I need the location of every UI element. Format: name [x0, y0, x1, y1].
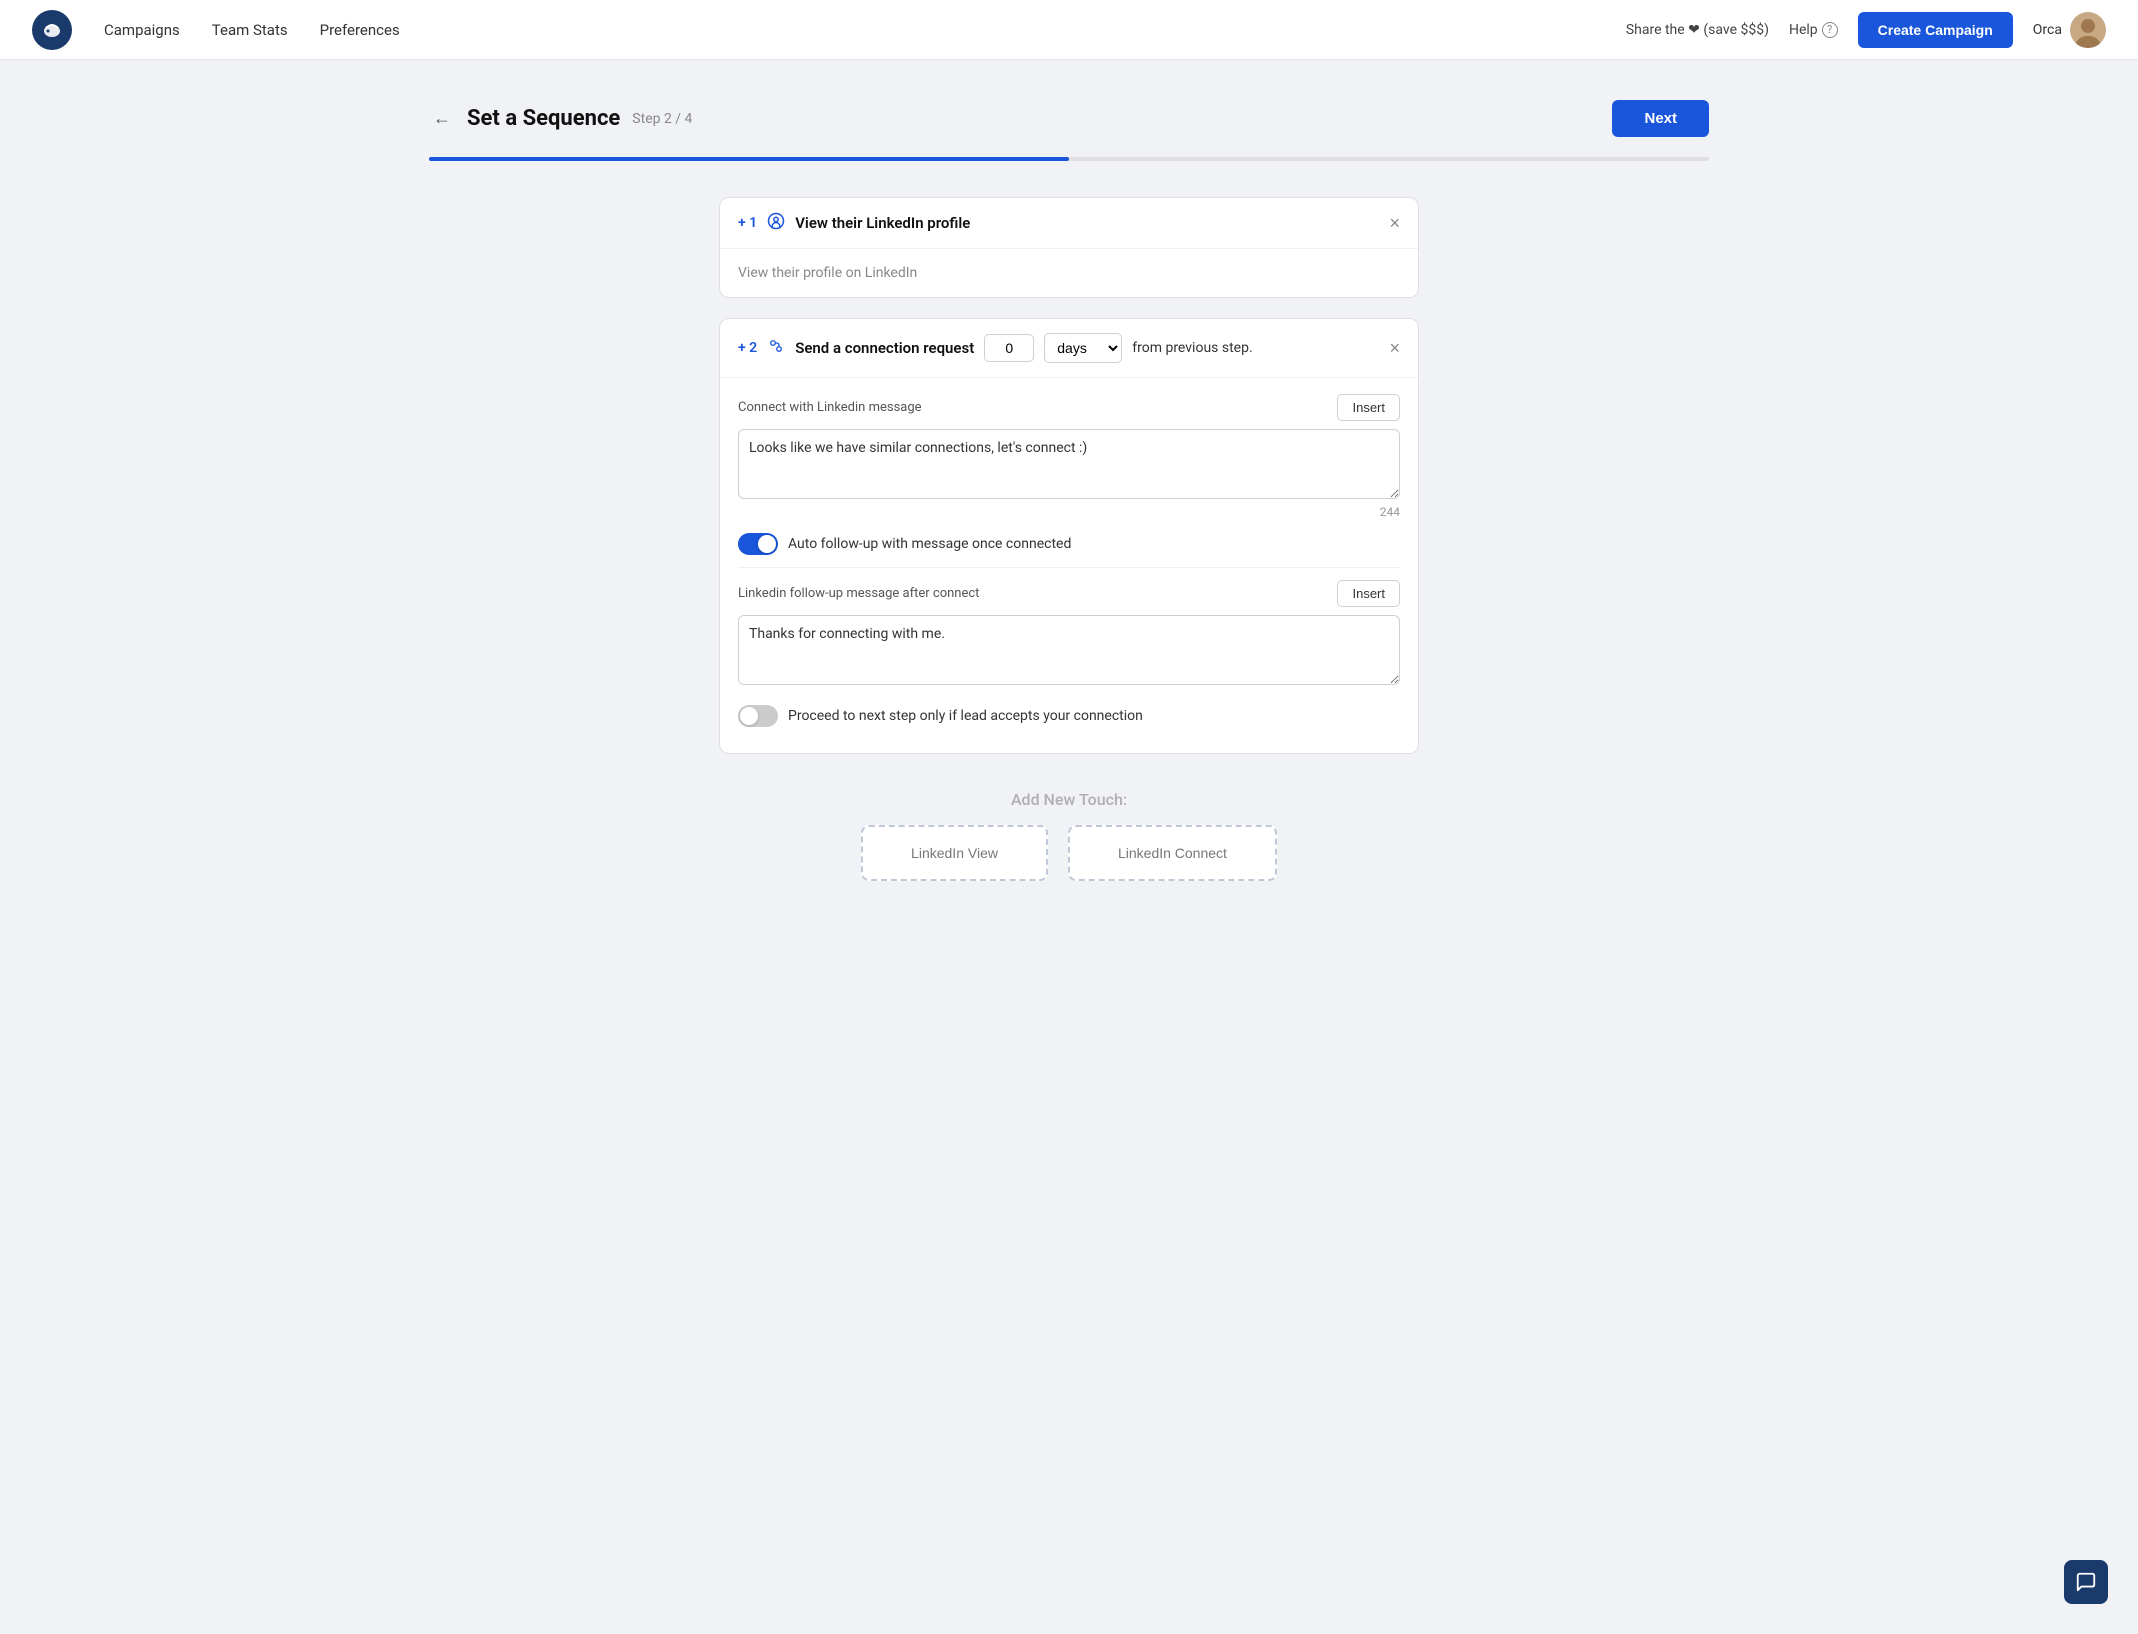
add-new-touch-section: Add New Touch: LinkedIn View LinkedIn Co… [719, 790, 1419, 881]
auto-followup-label: Auto follow-up with message once connect… [788, 536, 1071, 552]
back-button[interactable]: ← [429, 104, 455, 133]
header-left: ← Set a Sequence Step 2 / 4 [429, 104, 692, 133]
step-2-card: + 2 Send a connection request days hours… [719, 318, 1419, 754]
nav-team-stats[interactable]: Team Stats [212, 21, 288, 39]
main-nav: Campaigns Team Stats Preferences [104, 21, 400, 39]
connect-field-label: Connect with Linkedin message [738, 400, 922, 415]
connect-field-row: Connect with Linkedin message Insert [738, 394, 1400, 421]
share-link[interactable]: Share the ❤ (save $$$) [1626, 22, 1769, 38]
sequence-wrapper: + 1 View their LinkedIn profile × View t… [719, 197, 1419, 881]
proceed-toggle-row: Proceed to next step only if lead accept… [738, 705, 1400, 727]
auto-followup-toggle[interactable] [738, 533, 778, 555]
step-2-body: Connect with Linkedin message Insert Loo… [720, 378, 1418, 753]
user-name: Orca [2033, 22, 2062, 38]
step-2-add[interactable]: + 2 [738, 340, 757, 356]
page-header: ← Set a Sequence Step 2 / 4 Next [429, 100, 1709, 137]
connect-message-textarea[interactable]: Looks like we have similar connections, … [738, 429, 1400, 499]
step-1-card: + 1 View their LinkedIn profile × View t… [719, 197, 1419, 298]
days-input[interactable] [984, 334, 1034, 362]
chat-button[interactable] [2064, 1560, 2108, 1604]
connect-insert-button[interactable]: Insert [1337, 394, 1400, 421]
followup-field-row: Linkedin follow-up message after connect… [738, 580, 1400, 607]
followup-message-textarea[interactable]: Thanks for connecting with me. [738, 615, 1400, 685]
progress-fill [429, 157, 1069, 161]
toggle-knob [758, 535, 776, 553]
proceed-toggle-knob [740, 707, 758, 725]
touch-btn-linkedin-connect[interactable]: LinkedIn Connect [1068, 825, 1277, 881]
navbar-right: Share the ❤ (save $$$) Help ? Create Cam… [1626, 12, 2106, 48]
step-1-close-button[interactable]: × [1389, 214, 1400, 232]
step-1-header-left: + 1 View their LinkedIn profile [738, 212, 970, 234]
next-button[interactable]: Next [1612, 100, 1709, 137]
auto-followup-toggle-row: Auto follow-up with message once connect… [738, 533, 1400, 555]
avatar [2070, 12, 2106, 48]
help-link[interactable]: Help ? [1789, 22, 1838, 38]
touch-buttons: LinkedIn View LinkedIn Connect [719, 825, 1419, 881]
user-menu[interactable]: Orca [2033, 12, 2106, 48]
step-1-icon [767, 212, 785, 234]
page-content: ← Set a Sequence Step 2 / 4 Next + 1 Vie… [369, 60, 1769, 921]
step-1-title: View their LinkedIn profile [795, 214, 970, 232]
step-2-header-left: + 2 Send a connection request days hours… [738, 333, 1253, 363]
step-2-title: Send a connection request [795, 339, 974, 357]
from-previous-label: from previous step. [1132, 340, 1252, 356]
followup-insert-button[interactable]: Insert [1337, 580, 1400, 607]
step-1-add[interactable]: + 1 [738, 215, 757, 231]
nav-preferences[interactable]: Preferences [320, 21, 400, 39]
proceed-toggle[interactable] [738, 705, 778, 727]
touch-btn-linkedin-view[interactable]: LinkedIn View [861, 825, 1048, 881]
days-select[interactable]: days hours weeks [1044, 333, 1122, 363]
nav-campaigns[interactable]: Campaigns [104, 21, 180, 39]
step-2-icon [767, 337, 785, 359]
step-2-header: + 2 Send a connection request days hours… [720, 319, 1418, 378]
divider [738, 567, 1400, 568]
create-campaign-button[interactable]: Create Campaign [1858, 12, 2013, 48]
step-2-close-button[interactable]: × [1389, 339, 1400, 357]
progress-bar [429, 157, 1709, 161]
add-new-touch-title: Add New Touch: [719, 790, 1419, 809]
step-1-body: View their profile on LinkedIn [720, 249, 1418, 297]
step-label: Step 2 / 4 [632, 111, 692, 127]
step-1-header: + 1 View their LinkedIn profile × [720, 198, 1418, 249]
followup-field-label: Linkedin follow-up message after connect [738, 586, 979, 601]
proceed-label: Proceed to next step only if lead accept… [788, 708, 1143, 724]
help-icon: ? [1822, 22, 1838, 38]
navbar: Campaigns Team Stats Preferences Share t… [0, 0, 2138, 60]
page-title: Set a Sequence [467, 106, 620, 131]
connect-char-count: 244 [738, 505, 1400, 519]
logo[interactable] [32, 10, 72, 50]
